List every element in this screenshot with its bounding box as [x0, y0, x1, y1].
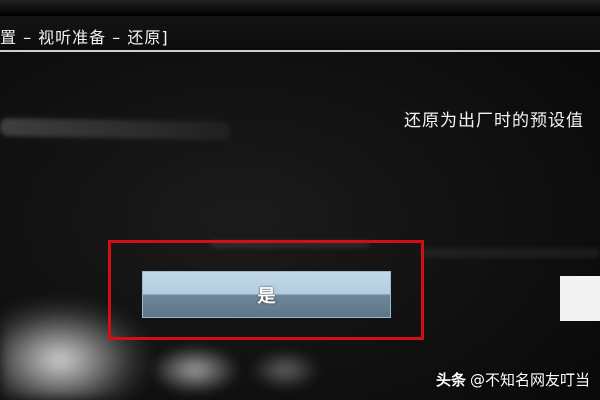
confirm-button[interactable]: 是 — [142, 271, 391, 318]
screen-glare — [150, 345, 240, 395]
tv-screen: 置 – 视听准备 – 还原] 还原为出厂时的预设值 是 头条 @不知名网友叮当 — [0, 0, 600, 400]
screen-glare — [250, 350, 320, 390]
menu-title-bar: 置 – 视听准备 – 还原] — [0, 16, 600, 52]
reset-description: 还原为出厂时的预设值 — [404, 111, 584, 131]
side-button[interactable] — [560, 276, 600, 321]
watermark-brand: 头条 — [435, 371, 466, 389]
screen-glare — [420, 248, 600, 258]
watermark-author: @不知名网友叮当 — [469, 371, 590, 389]
tv-bezel — [0, 0, 600, 16]
menu-breadcrumb: 置 – 视听准备 – 还原] — [0, 28, 169, 47]
watermark: 头条 @不知名网友叮当 — [436, 369, 590, 390]
screen-glare — [0, 117, 231, 141]
